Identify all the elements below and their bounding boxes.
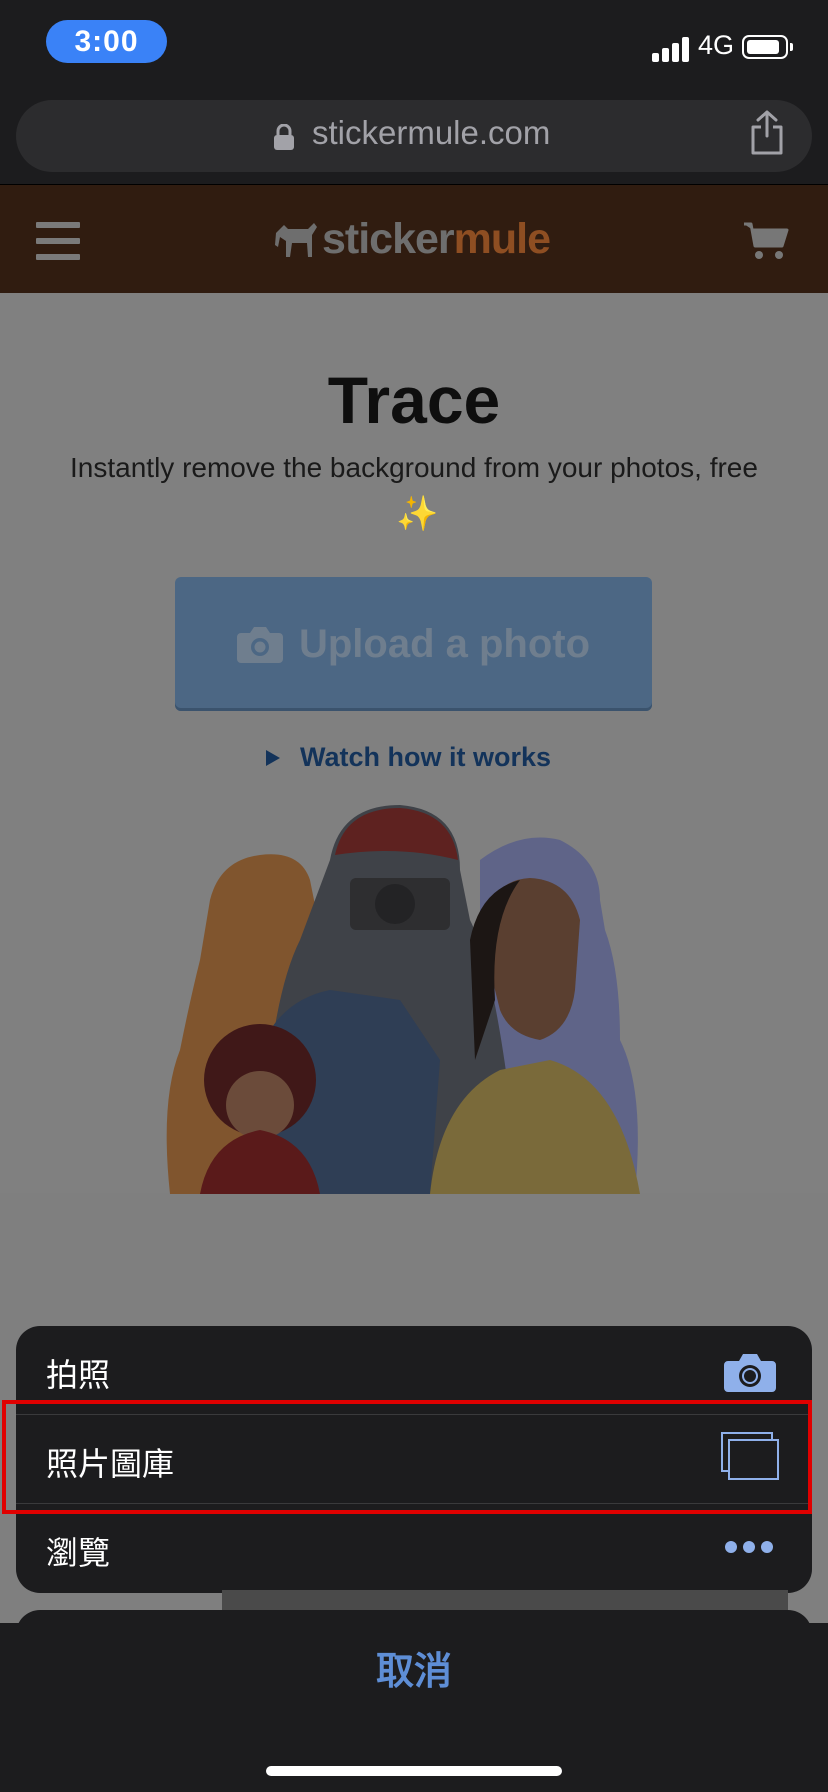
browse-label: 瀏覽 — [46, 1535, 111, 1571]
camera-icon — [236, 627, 283, 663]
cancel-label[interactable]: 取消 — [0, 1640, 828, 1695]
watch-link-label: Watch how it works — [300, 742, 552, 772]
upload-photo-button[interactable]: Upload a photo — [175, 577, 652, 711]
mule-logo-icon — [275, 223, 317, 257]
cart-icon[interactable] — [742, 220, 790, 262]
home-indicator — [266, 1766, 562, 1776]
page-subtitle: Instantly remove the background from you… — [70, 452, 758, 483]
highlight-box — [2, 1400, 812, 1514]
hamburger-menu-icon[interactable] — [36, 222, 80, 260]
lock-icon — [274, 124, 294, 150]
upload-button-label: Upload a photo — [298, 621, 591, 666]
camera-icon — [724, 1354, 776, 1392]
take-photo-label: 拍照 — [46, 1357, 111, 1393]
stickermule-logo[interactable]: sticker mule — [274, 214, 551, 264]
network-type: 4G — [698, 30, 735, 60]
more-icon — [725, 1541, 773, 1553]
share-icon[interactable] — [749, 110, 785, 156]
hero-people-image — [166, 805, 640, 1194]
battery-icon — [742, 35, 788, 59]
watch-how-it-works-link[interactable]: Watch how it works — [266, 742, 551, 773]
bottom-safe-area — [0, 1700, 828, 1792]
battery-tip — [790, 43, 793, 51]
logo-text-sticker: sticker — [322, 214, 455, 263]
play-icon — [266, 749, 280, 766]
browse-option[interactable]: 瀏覽 — [16, 1504, 812, 1592]
url-text[interactable]: stickermule.com — [312, 114, 550, 152]
cellular-signal-icon — [652, 36, 690, 62]
logo-text-mule: mule — [453, 214, 551, 263]
sparkle-icon: ✨ — [396, 495, 439, 533]
page-title: Trace — [327, 363, 501, 437]
status-time: 3:00 — [46, 20, 167, 63]
